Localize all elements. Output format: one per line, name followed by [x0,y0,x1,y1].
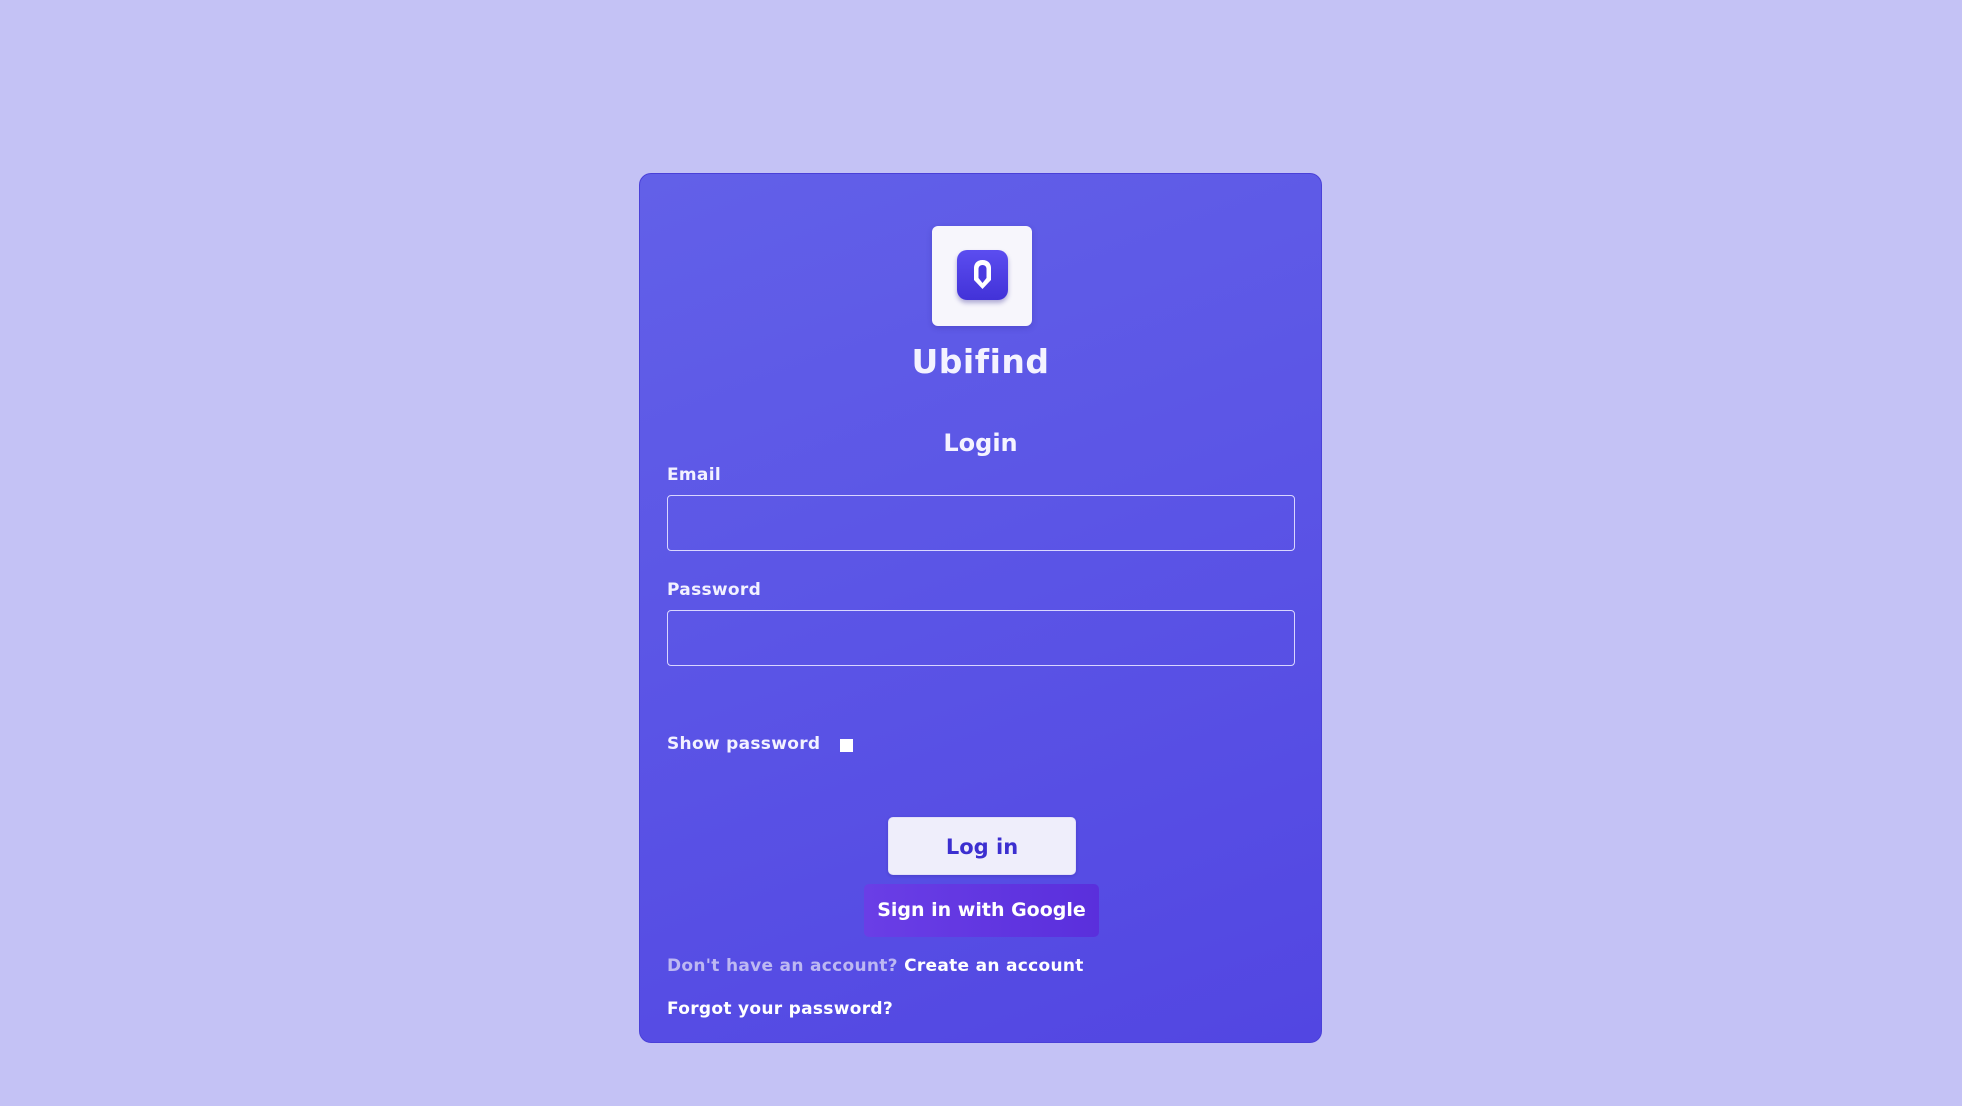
forgot-password-link[interactable]: Forgot your password? [667,999,893,1019]
show-password-checkbox[interactable] [840,738,854,752]
email-label: Email [667,465,721,485]
app-name: Ubifind [911,342,1050,381]
create-account-link[interactable]: Create an account [904,956,1084,976]
signup-prompt-text: Don't have an account? [667,956,898,976]
password-field[interactable] [667,610,1295,666]
login-button[interactable]: Log in [888,817,1076,875]
show-password-label: Show password [667,734,821,754]
page-title: Login [943,429,1018,457]
google-signin-button[interactable]: Sign in with Google [864,884,1099,937]
signup-prompt-line: Don't have an account? Create an account [667,956,1084,976]
email-field[interactable] [667,495,1295,551]
show-password-row: Show password [667,734,854,754]
location-pin-icon [957,250,1008,300]
password-label: Password [667,580,762,600]
app-logo [932,226,1032,326]
login-card: Ubifind Login Email Password Show passwo… [639,173,1322,1043]
